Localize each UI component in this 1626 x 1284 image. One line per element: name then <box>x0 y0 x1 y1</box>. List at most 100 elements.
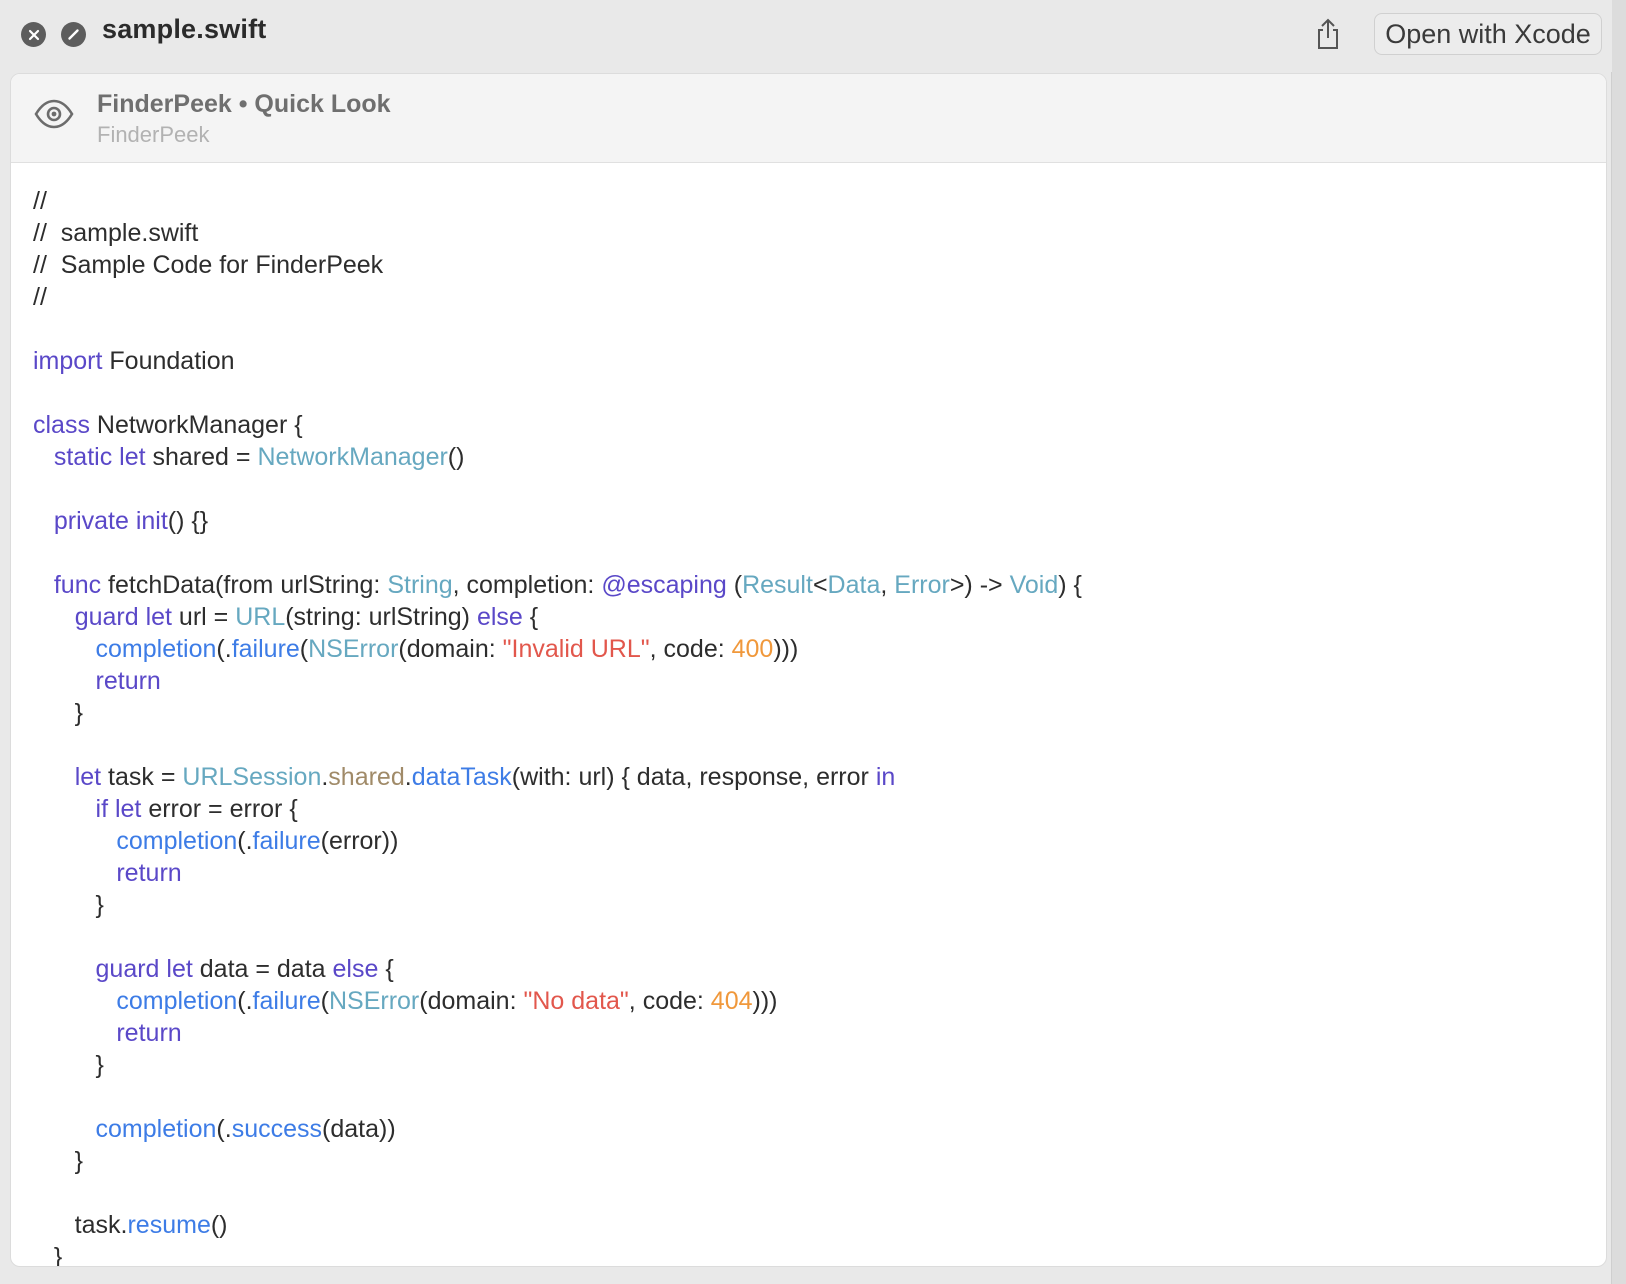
code-token: Foundation <box>102 347 235 375</box>
code-line: ​ <box>33 1177 1082 1209</box>
code-view: // // sample.swift // Sample Code for Find… <box>33 185 1082 1267</box>
title-bar: sample.swift Open with Xcode <box>0 0 1612 72</box>
code-line: ​ <box>33 313 1082 345</box>
code-token: (. <box>216 1115 232 1143</box>
code-token: shared = <box>145 443 258 471</box>
code-token: in <box>875 763 896 791</box>
code-line: import Foundation <box>33 345 1082 377</box>
background-window-edge <box>1612 0 1626 1284</box>
disable-button[interactable] <box>61 22 86 47</box>
code-line: return <box>33 665 1082 697</box>
code-token: error = error { <box>141 795 298 823</box>
code-token: "Invalid URL" <box>502 635 650 663</box>
code-line: task.resume() <box>33 1209 1082 1241</box>
code-token: // <box>33 283 47 311</box>
code-line: class NetworkManager { <box>33 409 1082 441</box>
code-token: data = data <box>192 955 333 983</box>
code-token: if let <box>95 795 142 823</box>
close-button[interactable] <box>21 22 46 47</box>
app-title: FinderPeek • Quick Look <box>97 90 391 118</box>
code-token: Void <box>1009 571 1059 599</box>
code-token: import <box>33 347 103 375</box>
code-token: completion <box>116 987 238 1015</box>
code-line: } <box>33 1049 1082 1081</box>
code-token: class <box>33 411 90 439</box>
code-token: URLSession <box>182 763 322 791</box>
disable-icon <box>68 29 79 40</box>
code-token: success <box>231 1115 323 1143</box>
code-line: completion(.failure(NSError(domain: "Inv… <box>33 633 1082 665</box>
code-token: 400 <box>731 635 774 663</box>
code-token: // sample.swift <box>33 219 199 247</box>
code-token: ) { <box>1058 571 1082 599</box>
code-token: let <box>74 763 102 791</box>
share-button[interactable] <box>1310 16 1346 52</box>
code-token: (domain: <box>398 635 503 663</box>
code-line: ​ <box>33 921 1082 953</box>
code-token: static let <box>53 443 146 471</box>
code-token: , <box>880 571 895 599</box>
code-line: static let shared = NetworkManager() <box>33 441 1082 473</box>
code-line: ​ <box>33 537 1082 569</box>
code-token: String <box>387 571 453 599</box>
code-token: return <box>116 1019 182 1047</box>
code-token: () {} <box>167 507 209 535</box>
quick-look-window: sample.swift Open with Xcode FinderPeek … <box>0 0 1612 1284</box>
code-token: >) -> <box>949 571 1010 599</box>
code-line: return <box>33 1017 1082 1049</box>
code-token: completion <box>95 635 217 663</box>
code-token: (with: url) { data, response, error <box>511 763 876 791</box>
code-token: resume <box>127 1211 211 1239</box>
code-token: Data <box>827 571 881 599</box>
code-line: } <box>33 1241 1082 1267</box>
code-token: NetworkManager <box>257 443 448 471</box>
code-token: failure <box>252 987 321 1015</box>
code-line: ​ <box>33 377 1082 409</box>
code-token: shared <box>328 763 405 791</box>
code-token: , code: <box>628 987 711 1015</box>
code-token: return <box>95 667 161 695</box>
code-token: Result <box>742 571 813 599</box>
code-line: // sample.swift <box>33 217 1082 249</box>
code-token: } <box>33 1243 63 1267</box>
code-line: // <box>33 281 1082 313</box>
share-icon <box>1318 18 1338 49</box>
code-token: () <box>447 443 465 471</box>
code-token: (error)) <box>320 827 399 855</box>
code-token: ( <box>726 571 743 599</box>
code-line: return <box>33 857 1082 889</box>
code-token: guard let <box>74 603 172 631</box>
code-token: // Sample Code for FinderPeek <box>33 251 384 279</box>
code-token: (string: urlString) <box>285 603 477 631</box>
code-line: } <box>33 1145 1082 1177</box>
open-with-xcode-button[interactable]: Open with Xcode <box>1374 13 1602 55</box>
code-token: Error <box>894 571 950 599</box>
code-token: NetworkManager { <box>89 411 303 439</box>
code-line: // Sample Code for FinderPeek <box>33 249 1082 281</box>
code-token: return <box>116 859 182 887</box>
code-token: completion <box>116 827 238 855</box>
code-token: (. <box>237 987 253 1015</box>
code-token: // <box>33 187 47 215</box>
code-token: else <box>332 955 379 983</box>
code-token: failure <box>231 635 300 663</box>
window-title: sample.swift <box>102 14 267 44</box>
code-token: guard let <box>95 955 193 983</box>
code-line: func fetchData(from urlString: String, c… <box>33 569 1082 601</box>
code-token: (domain: <box>419 987 524 1015</box>
code-token: (. <box>237 827 253 855</box>
code-token: ))) <box>752 987 778 1015</box>
code-line: completion(.failure(error)) <box>33 825 1082 857</box>
code-token: 404 <box>710 987 753 1015</box>
